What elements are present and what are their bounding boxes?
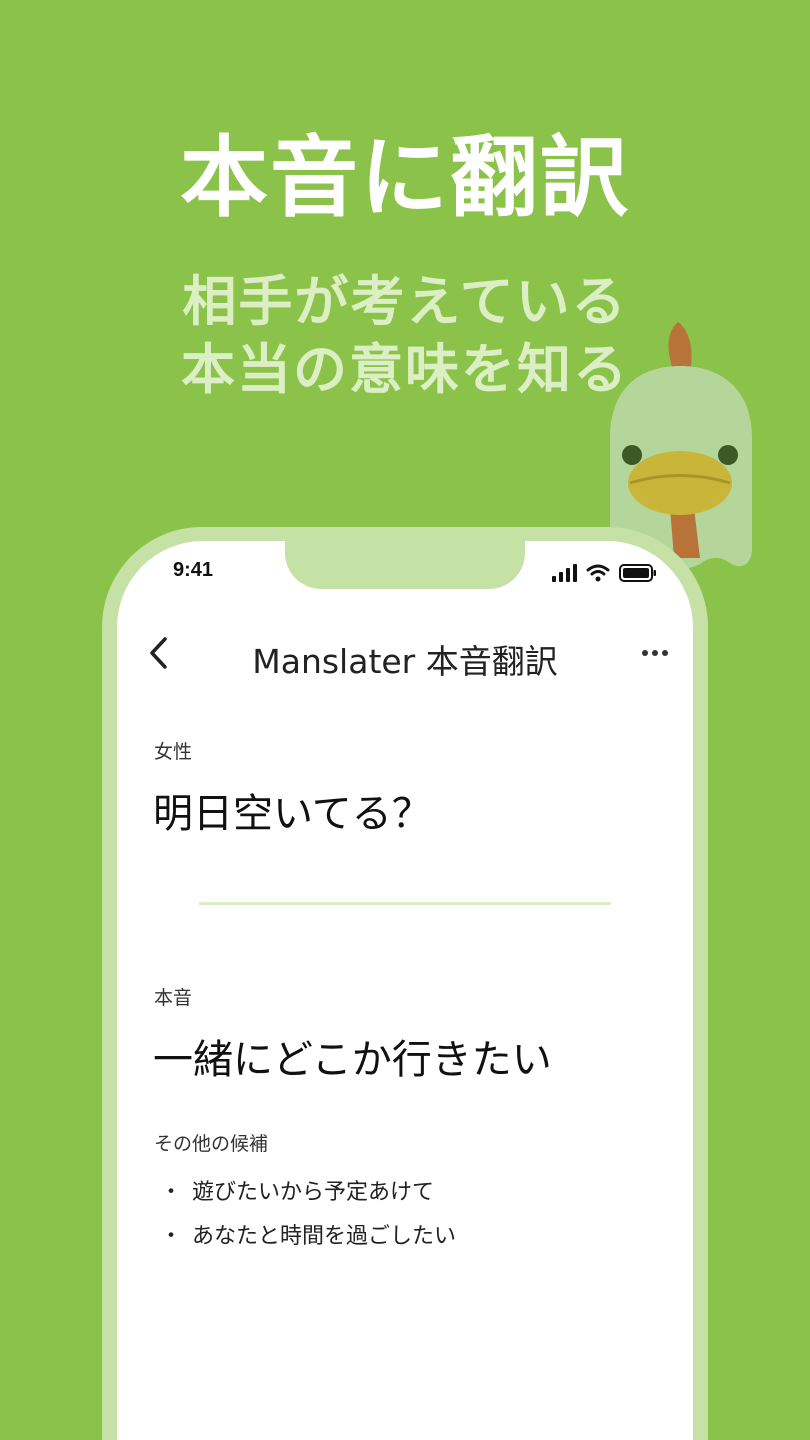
bullet: ・ <box>160 1180 183 1205</box>
mascot-left-eye <box>622 445 642 465</box>
wifi-icon <box>586 564 610 582</box>
status-time: 9:41 <box>173 559 214 581</box>
translation-text: 一緒にどこか行きたい <box>153 1037 552 1083</box>
promo-headline: 本音に翻訳 <box>179 126 630 229</box>
alternative-text: 遊びたいから予定あけて <box>192 1180 435 1205</box>
source-text: 明日空いてる？ <box>153 791 432 837</box>
status-icons <box>551 561 657 585</box>
bullet: ・ <box>160 1224 183 1249</box>
promo-page: 本音に翻訳 相手が考えている 本当の意味を知る 9:41 Manslater 本… <box>0 0 810 1440</box>
list-item: ・ 遊びたいから予定あけて <box>154 1171 456 1215</box>
more-horizontal-icon[interactable] <box>639 641 671 665</box>
mascot-beak <box>628 451 732 515</box>
alternative-text: あなたと時間を過ごしたい <box>192 1224 457 1249</box>
alternatives-label: その他の候補 <box>154 1133 269 1155</box>
mascot-right-eye <box>718 445 738 465</box>
nav-title: Manslater 本音翻訳 <box>252 642 558 681</box>
translation-label: 本音 <box>154 987 193 1009</box>
source-label: 女性 <box>154 741 193 763</box>
section-divider <box>199 902 611 905</box>
list-item: ・ あなたと時間を過ごしたい <box>154 1215 456 1259</box>
phone-screen: 9:41 Manslater 本音翻訳 女性 明日空いてる？ 本音 一緒にどこか… <box>117 541 693 1440</box>
alternatives-list: ・ 遊びたいから予定あけて ・ あなたと時間を過ごしたい <box>154 1171 456 1259</box>
phone-notch <box>285 541 525 589</box>
cellular-signal-icon <box>552 564 577 582</box>
battery-icon <box>619 564 656 582</box>
